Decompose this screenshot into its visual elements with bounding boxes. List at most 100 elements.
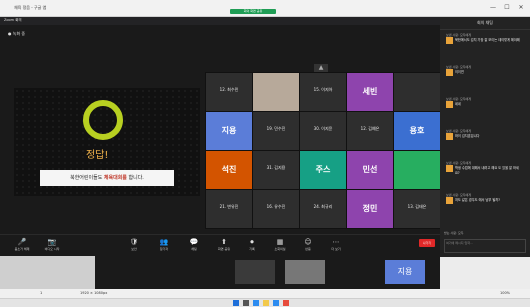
zoom-window-bar: Zoom 회의 — [0, 17, 440, 25]
participant-tile[interactable]: 31. 김지용 — [252, 150, 300, 190]
participant-tile[interactable]: 용호 — [393, 111, 441, 151]
bg-tile-1 — [235, 260, 275, 284]
hint-box: 북한어린이들도 체육대회를 합니다. — [40, 170, 174, 186]
participant-name: 31. 김지용 — [266, 165, 286, 170]
participant-tile[interactable]: 13. 김태은 — [393, 189, 441, 229]
sharing-pill[interactable]: 회의 화면 공유 — [230, 9, 276, 14]
toolbar-label: 채팅 — [191, 247, 197, 251]
toolbar-label: 참가자 — [159, 247, 169, 251]
participant-name: 16. 유수진 — [266, 204, 286, 209]
toolbar-button[interactable]: 👥 참가자 — [148, 237, 180, 255]
chat-panel: 회의 채팅 보낸 사람: 모두에게 북한에서도 김치 가장 잘 보이는 데이렇게 … — [440, 17, 530, 257]
participant-tile[interactable]: 19. 민수진 — [252, 111, 300, 151]
meeting-top-strip: ● 녹화 중 — [0, 25, 440, 49]
chat-text: 네네 — [455, 102, 461, 106]
leave-button[interactable]: 나가기 — [419, 239, 435, 247]
toolbar-icon: 🛡 — [129, 238, 139, 246]
ring-shape — [83, 100, 123, 140]
hint-suffix: 합니다. — [126, 175, 144, 181]
close-icon[interactable]: ✕ — [514, 2, 528, 13]
toolbar-button[interactable]: 💬 채팅 — [178, 237, 210, 255]
participant-name: 12. 김예은 — [360, 126, 380, 131]
participant-tile[interactable]: 지용 — [205, 111, 253, 151]
toolbar-label: 더 보기 — [331, 247, 341, 251]
participant-tile[interactable] — [252, 72, 300, 112]
chat-text: 저도 같은 경우도 에서 남부 될까? — [455, 198, 500, 202]
chat-message: 보낸 사람: 모두에게 하이 김지훈입니다 — [446, 129, 526, 140]
participant-tile[interactable]: 21. 변유진 — [205, 189, 253, 229]
toolbar-button[interactable]: 🎤 음소거 해제 — [6, 237, 38, 255]
toolbar-button[interactable]: 🛡 보안 — [118, 237, 150, 255]
participant-name: 30. 이지윤 — [313, 126, 333, 131]
gallery-up-arrow[interactable]: ▲ — [314, 64, 328, 72]
participant-initials: 정민 — [362, 204, 378, 213]
participant-name: 12. 최수민 — [219, 87, 239, 92]
browser-icon[interactable] — [253, 300, 259, 306]
participant-initials: 세빈 — [362, 87, 378, 96]
toolbar-icon: 💬 — [189, 238, 199, 246]
participant-name: 13. 김태은 — [407, 204, 427, 209]
participant-tile[interactable]: 민선 — [346, 150, 394, 190]
tab-title[interactable]: 체육 정음 - 구글 앱 — [14, 5, 46, 11]
participant-initials: 주스 — [315, 165, 331, 174]
avatar — [446, 101, 453, 108]
participant-tile[interactable]: 정민 — [346, 189, 394, 229]
avatar — [446, 37, 453, 44]
participant-tile[interactable]: 석진 — [205, 150, 253, 190]
chat-input[interactable]: 여기에 메시지 입력... — [444, 239, 526, 253]
zoom-window-title: Zoom 회의 — [4, 18, 22, 22]
participant-name: 19. 민수진 — [266, 126, 286, 131]
participant-tile[interactable]: 15. 이지아 — [299, 72, 347, 112]
zoom-app-icon[interactable] — [273, 300, 279, 306]
toolbar-icon: ⋯ — [332, 238, 340, 246]
folder-icon[interactable] — [263, 300, 269, 306]
participant-gallery: 12. 최수민 15. 이지아 세빈지용 19. 민수진 30. 이지윤 12. 김예은 용… — [205, 72, 441, 232]
toolbar-button[interactable]: ⋯ 더 보기 — [320, 237, 352, 255]
toolbar-button[interactable]: 📷 비디오 시작 — [36, 237, 68, 255]
chat-message: 보낸 사람: 모두에게 학생 수업에 대해서 내려고 해요 도 있을 잘 하세요? — [446, 161, 526, 175]
hint-prefix: 북한어린이들도 — [70, 175, 104, 181]
participant-initials: 민선 — [362, 165, 378, 174]
chat-message: 보낸 사람: 모두에게 저도 같은 경우도 에서 남부 될까? — [446, 193, 526, 204]
chat-text: 이이연 — [455, 70, 464, 74]
windows-start-icon[interactable] — [233, 300, 239, 306]
participant-tile[interactable]: 세빈 — [346, 72, 394, 112]
toolbar-label: 기록 — [249, 247, 255, 251]
maximize-icon[interactable]: ☐ — [500, 2, 514, 13]
hint-bold: 체육대회를 — [103, 175, 127, 181]
bg-tile-2 — [285, 260, 325, 284]
participant-tile[interactable]: 12. 김예은 — [346, 111, 394, 151]
app-icon[interactable] — [283, 300, 289, 306]
search-icon[interactable] — [243, 300, 249, 306]
chat-text: 북한에서도 김치 가장 잘 보이는 데이렇게 해야해 — [455, 38, 520, 42]
background-gallery-strip: 지용 — [95, 256, 440, 289]
chat-header: 회의 채팅 — [440, 17, 530, 30]
toolbar-icon: 🎤 — [17, 238, 27, 246]
participant-initials: 지용 — [221, 126, 237, 135]
participant-tile[interactable]: 16. 유수진 — [252, 189, 300, 229]
participant-tile[interactable]: 30. 이지윤 — [299, 111, 347, 151]
toolbar-label: 보안 — [131, 247, 137, 251]
avatar — [446, 69, 453, 76]
participant-initials: 석진 — [221, 165, 237, 174]
participant-tile[interactable]: 주스 — [299, 150, 347, 190]
answer-text: 정답! — [86, 150, 109, 161]
page-number: 1 — [40, 291, 43, 295]
minimize-icon[interactable]: — — [486, 2, 500, 13]
toolbar-label: 반응 — [305, 247, 311, 251]
chat-to-label[interactable]: 받는 사람: 모두 — [444, 231, 463, 235]
participant-tile[interactable] — [393, 72, 441, 112]
toolbar-icon: 📷 — [47, 238, 57, 246]
toolbar-label: 음소거 해제 — [14, 247, 30, 251]
chat-text: 학생 수업에 대해서 내려고 해요 도 있을 잘 하세요? — [455, 166, 519, 175]
participant-tile[interactable] — [393, 150, 441, 190]
participant-initials: 용호 — [409, 126, 425, 135]
chat-message: 보낸 사람: 모두에게 북한에서도 김치 가장 잘 보이는 데이렇게 해야해 — [446, 33, 526, 44]
avatar — [446, 197, 453, 204]
toolbar-label: 소회의실 — [274, 247, 286, 251]
participant-tile[interactable]: 24. 최규리 — [299, 189, 347, 229]
avatar — [446, 165, 453, 172]
browser-titlebar: 체육 정음 - 구글 앱 — ☐ ✕ 회의 화면 공유 — [0, 0, 530, 17]
participant-tile[interactable]: 12. 최수민 — [205, 72, 253, 112]
participant-name: 15. 이지아 — [313, 87, 333, 92]
